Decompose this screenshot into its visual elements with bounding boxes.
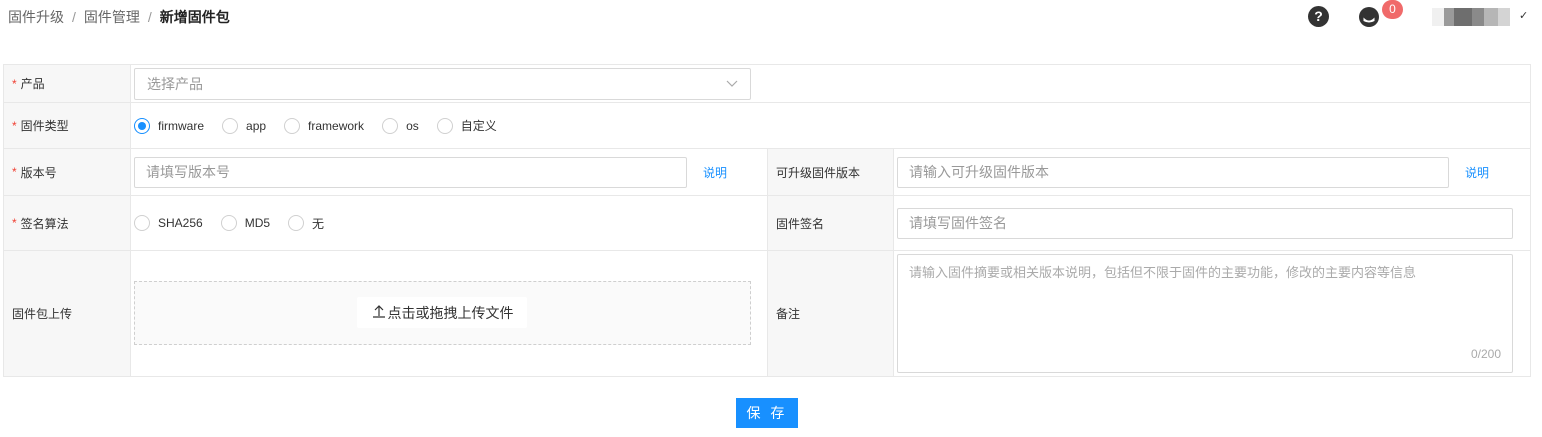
radio-app[interactable]: app — [222, 117, 267, 134]
remark-textarea[interactable]: 请输入固件摘要或相关版本说明，包括但不限于固件的主要功能，修改的主要内容等信息 … — [897, 254, 1513, 373]
radio-os[interactable]: os — [382, 117, 419, 134]
breadcrumb-separator: / — [147, 9, 152, 25]
upload-icon — [371, 303, 387, 322]
label-version: * 版本号 — [4, 149, 131, 195]
radio-circle-checked[interactable] — [134, 117, 150, 134]
required-mark: * — [12, 165, 17, 179]
value-sign-algorithm: SHA256 MD5 无 — [131, 196, 767, 250]
label-product-text: 产品 — [20, 77, 45, 91]
breadcrumb-item-firmware-management[interactable]: 固件管理 — [84, 9, 140, 25]
breadcrumb-item-firmware-upgrade[interactable]: 固件升级 — [8, 9, 64, 25]
radio-label: 自定义 — [460, 119, 497, 133]
message-icon[interactable] — [1358, 6, 1380, 28]
top-bar: 固件升级 / 固件管理 / 新增固件包 ? 0 ✓ — [0, 0, 1542, 34]
value-upgradable-version: 请输入可升级固件版本 说明 — [894, 149, 1530, 195]
label-firmware-sign-text: 固件签名 — [776, 216, 825, 231]
form-row-sign-algorithm: * 签名算法 SHA256 MD5 无 固件签名 请填写固件签名 — [4, 196, 1531, 251]
user-caret-icon: ✓ — [1519, 10, 1529, 22]
radio-label: app — [246, 118, 267, 133]
value-version: 请填写版本号 说明 — [131, 149, 767, 195]
radio-custom[interactable]: 自定义 — [436, 117, 497, 134]
label-upgradable-version: 可升级固件版本 — [767, 149, 894, 195]
form-row-version: * 版本号 请填写版本号 说明 可升级固件版本 请输入可升级固件版本 说明 — [4, 149, 1531, 196]
label-sign-algorithm-text: 签名算法 — [20, 216, 69, 231]
radio-circle[interactable] — [436, 117, 453, 134]
product-select[interactable]: 选择产品 — [134, 67, 751, 100]
radio-circle[interactable] — [382, 117, 399, 134]
label-firmware-type-text: 固件类型 — [20, 119, 69, 133]
radio-md5[interactable]: MD5 — [220, 215, 271, 231]
radio-label: MD5 — [244, 216, 271, 230]
value-remark: 请输入固件摘要或相关版本说明，包括但不限于固件的主要功能，修改的主要内容等信息 … — [894, 251, 1530, 376]
label-product: * 产品 — [4, 65, 131, 102]
upload-button-label: 点击或拖拽上传文件 — [387, 304, 514, 321]
label-upload-text: 固件包上传 — [12, 307, 73, 321]
breadcrumb: 固件升级 / 固件管理 / 新增固件包 — [8, 7, 230, 27]
radio-circle[interactable] — [284, 117, 301, 134]
value-firmware-sign: 请填写固件签名 — [894, 196, 1530, 250]
radio-label: framework — [308, 118, 365, 133]
radio-firmware[interactable]: firmware — [134, 117, 205, 134]
label-sign-algorithm: * 签名算法 — [4, 196, 131, 250]
avatar — [1432, 8, 1512, 26]
radio-circle[interactable] — [134, 215, 150, 231]
breadcrumb-separator: / — [72, 9, 76, 25]
label-upload: 固件包上传 — [4, 251, 131, 376]
version-help-link[interactable]: 说明 — [703, 164, 727, 181]
chevron-down-icon — [726, 69, 738, 110]
required-mark: * — [12, 118, 17, 133]
version-input[interactable]: 请填写版本号 — [134, 156, 687, 188]
radio-circle[interactable] — [222, 117, 239, 134]
radio-label: os — [406, 118, 419, 133]
form-row-firmware-type: * 固件类型 firmware app framework os 自定义 — [4, 103, 1531, 149]
firmware-sign-input[interactable]: 请填写固件签名 — [897, 207, 1513, 239]
save-button[interactable]: 保 存 — [736, 398, 798, 428]
user-menu[interactable]: ✓ — [1432, 8, 1532, 28]
label-firmware-type: * 固件类型 — [4, 103, 131, 148]
remark-char-count: 0/200 — [1470, 347, 1501, 361]
label-firmware-sign: 固件签名 — [767, 196, 894, 250]
radio-framework[interactable]: framework — [284, 117, 365, 134]
value-product: 选择产品 — [131, 65, 1530, 102]
radio-circle[interactable] — [220, 215, 237, 231]
form-row-upload: 固件包上传 点击或拖拽上传文件 备注 请输入固件摘要或相关版本说明，包括但不限于… — [4, 251, 1531, 377]
breadcrumb-current: 新增固件包 — [159, 9, 230, 25]
radio-label: firmware — [158, 118, 205, 133]
form-row-product: * 产品 选择产品 — [4, 65, 1531, 103]
upgradable-version-help-link[interactable]: 说明 — [1465, 164, 1489, 181]
label-remark-text: 备注 — [776, 307, 801, 321]
message-badge: 0 — [1382, 0, 1403, 19]
upgradable-version-input[interactable]: 请输入可升级固件版本 — [897, 156, 1449, 188]
radio-label: 无 — [312, 216, 325, 231]
value-firmware-type: firmware app framework os 自定义 — [131, 103, 1530, 148]
firmware-form: * 产品 选择产品 * 固件类型 firmware app framework … — [3, 64, 1531, 377]
product-select-placeholder: 选择产品 — [147, 75, 203, 92]
upload-dropzone[interactable]: 点击或拖拽上传文件 — [134, 281, 751, 345]
value-upload: 点击或拖拽上传文件 — [131, 251, 767, 376]
required-mark: * — [12, 216, 17, 230]
upload-button[interactable]: 点击或拖拽上传文件 — [357, 297, 527, 328]
label-remark: 备注 — [767, 251, 894, 376]
radio-label: SHA256 — [158, 216, 203, 230]
help-icon[interactable]: ? — [1308, 6, 1329, 27]
radio-none[interactable]: 无 — [288, 215, 324, 232]
sign-algorithm-radio-group: SHA256 MD5 无 — [134, 215, 342, 232]
firmware-type-radio-group: firmware app framework os 自定义 — [134, 117, 515, 134]
radio-sha256[interactable]: SHA256 — [134, 215, 203, 231]
remark-placeholder: 请输入固件摘要或相关版本说明，包括但不限于固件的主要功能，修改的主要内容等信息 — [909, 265, 1417, 280]
required-mark: * — [12, 76, 17, 91]
radio-circle[interactable] — [288, 215, 305, 231]
label-version-text: 版本号 — [20, 165, 57, 180]
label-upgradable-version-text: 可升级固件版本 — [776, 165, 861, 180]
